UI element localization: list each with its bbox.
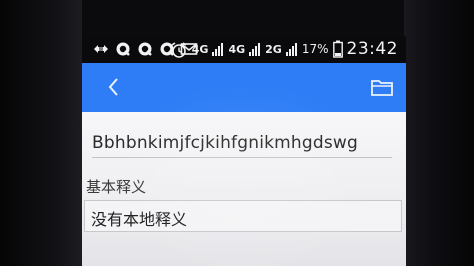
signal-icon [285,41,298,57]
word-entry-panel: 基本释义 没有本地释义 [82,112,406,266]
qq-icon [114,41,132,57]
clock: 23:42 [346,39,398,59]
folder-icon [371,80,393,96]
network-type-1: 4G [191,42,209,56]
folder-button[interactable] [368,73,396,101]
battery-percent: 17% [301,42,329,56]
back-button[interactable] [100,73,128,101]
qq-icon [136,41,154,57]
definition-box[interactable]: 没有本地释义 [84,200,402,232]
status-bar: 4G 4G 2G 17% 23:42 [82,36,406,63]
battery-icon [332,40,343,58]
basic-definition-label: 基本释义 [86,178,147,196]
signal-icon [212,41,224,57]
phone-photo-frame: 4G 4G 2G 17% 23:42 Bbhbnkimjfcjkihfgnikm… [0,0,474,266]
word-input-underline [92,157,392,158]
word-input[interactable] [92,128,392,158]
alarm-icon [170,41,188,58]
app-toolbar [82,63,406,112]
phone-bezel-left [0,0,82,266]
phone-bezel-right [404,0,474,266]
network-type-3: 2G [265,42,282,56]
usb-icon [92,41,110,57]
signal-icon [249,41,261,57]
chevron-left-icon [108,78,118,96]
system-status: 4G 4G 2G 17% 23:42 [170,39,398,59]
network-type-2: 4G [228,42,246,56]
definition-text: 没有本地释义 [91,210,188,229]
